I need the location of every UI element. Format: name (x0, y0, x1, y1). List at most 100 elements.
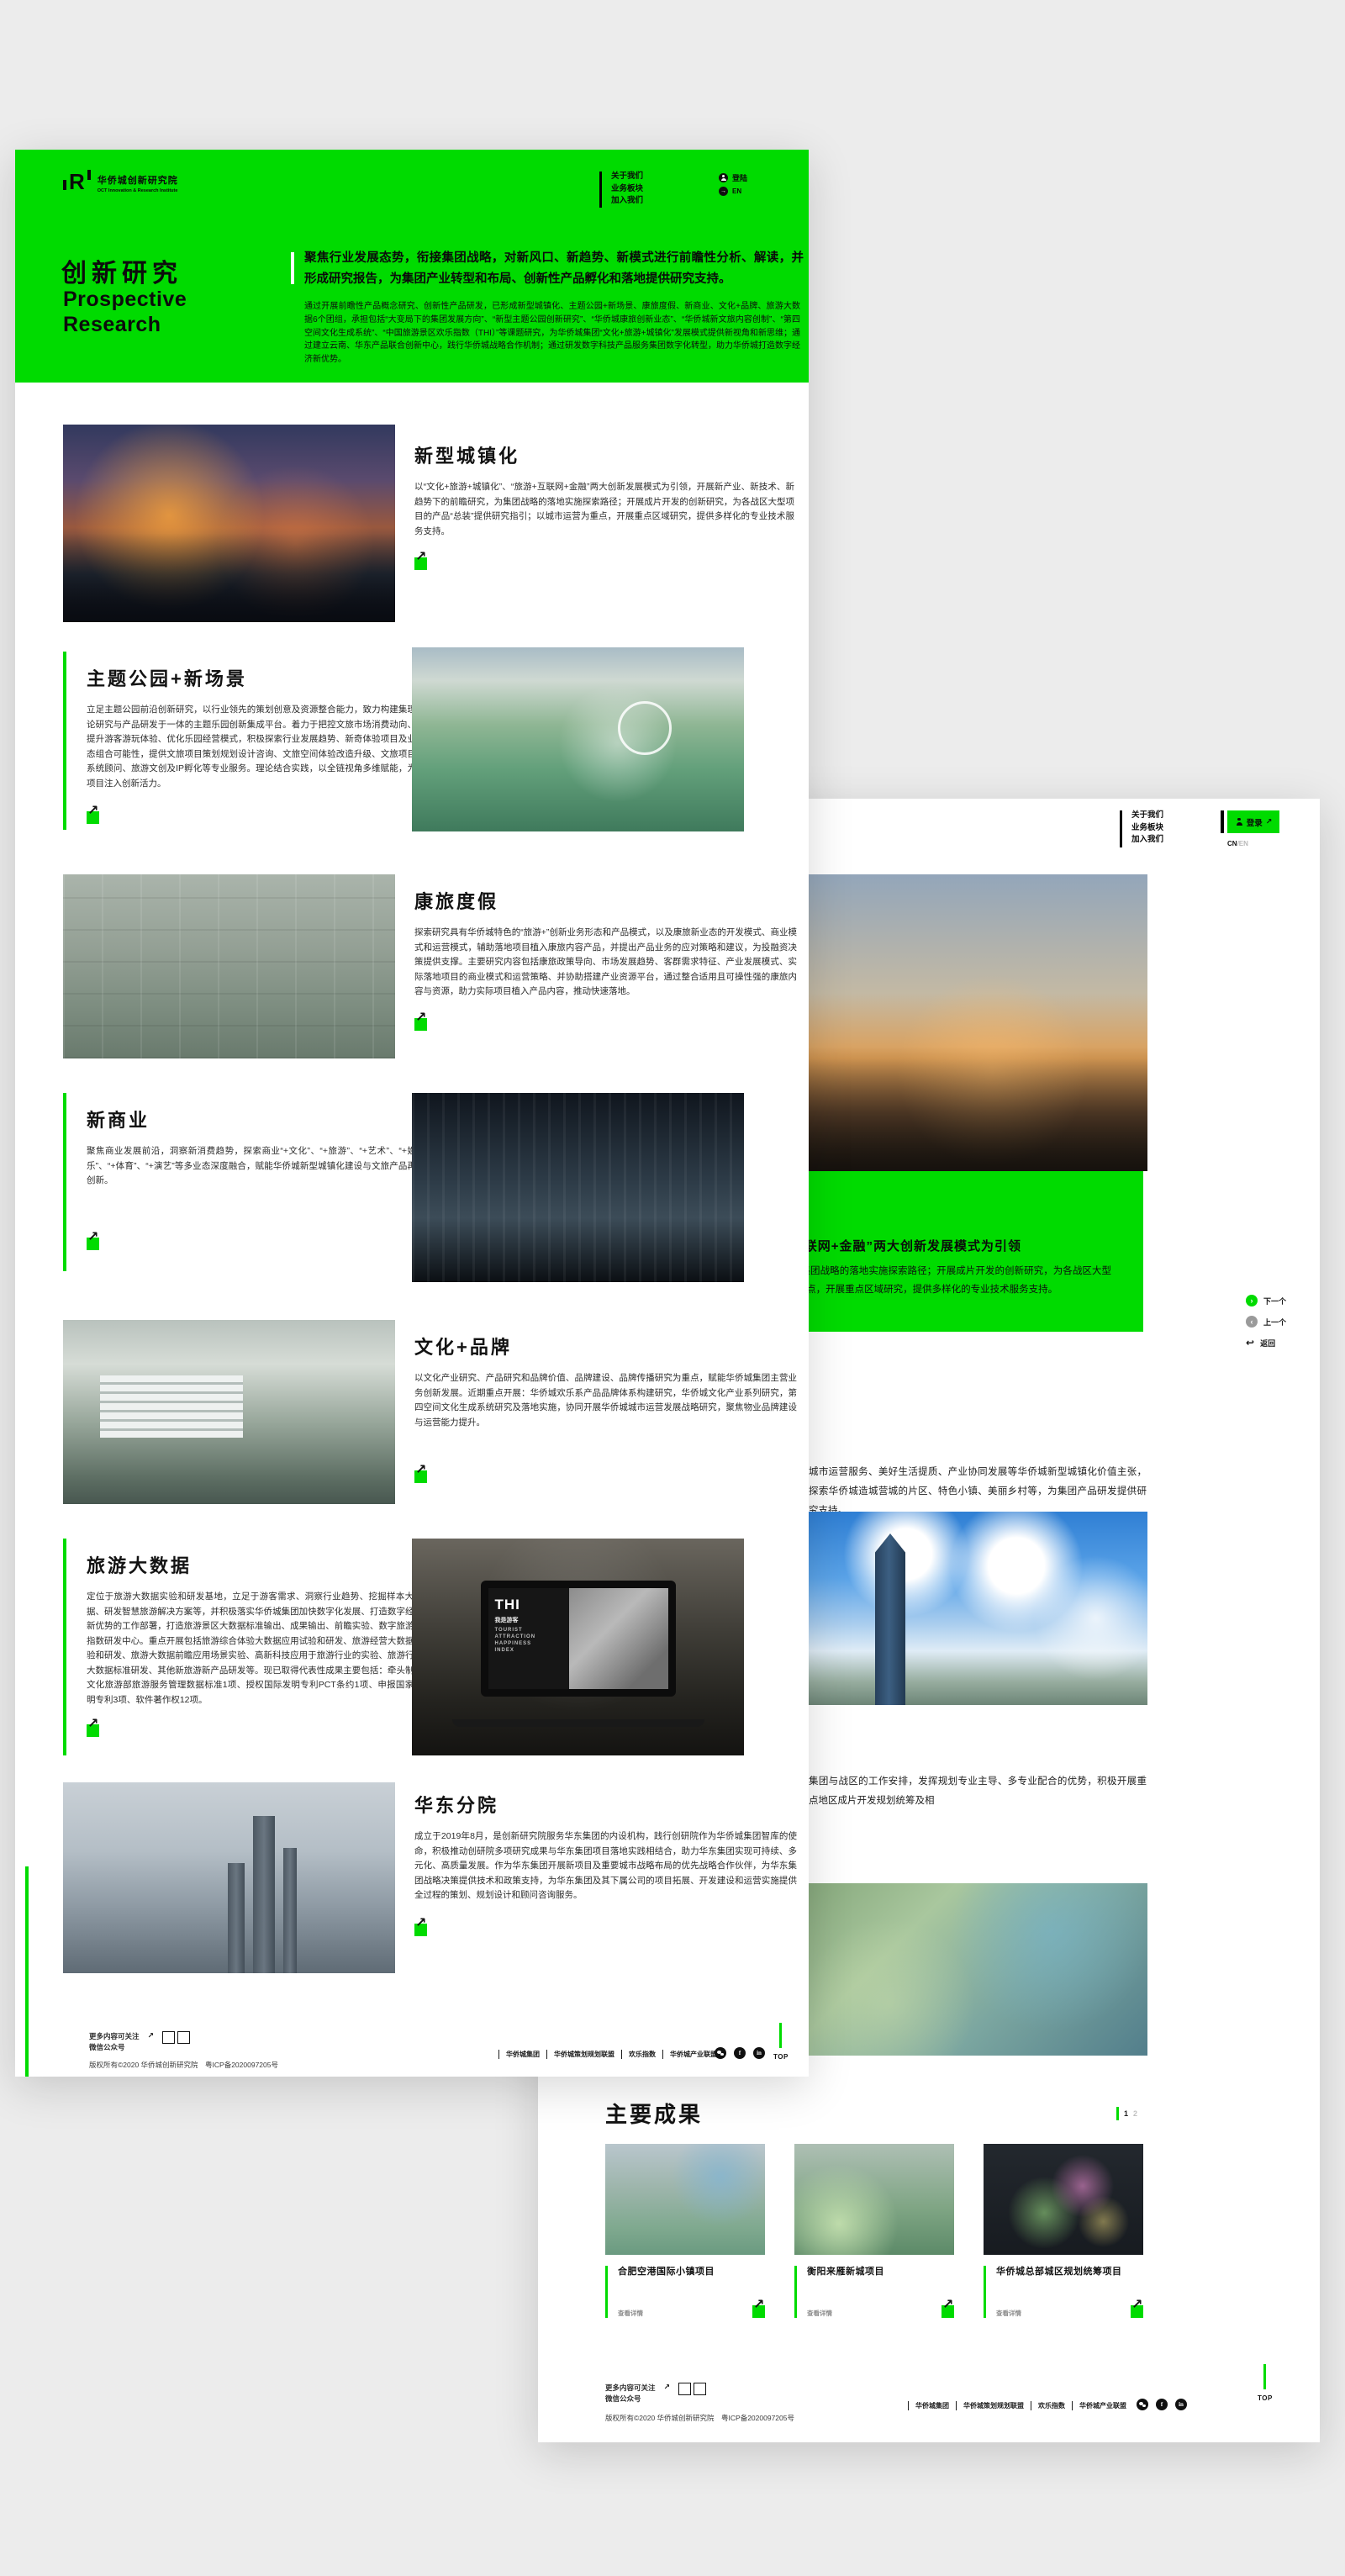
section-body: 成立于2019年8月，是创新研究院服务华东集团的内设机构，践行创研院作为华侨城集… (414, 1829, 797, 1903)
footer-links: 华侨城集团 华侨城策划规划联盟 欢乐指数 华侨城产业联盟 (498, 2050, 724, 2059)
next-button[interactable]: › 下一个 (1246, 1295, 1286, 1306)
project-card[interactable]: 衡阳来雁新城项目 查看详情 ↗ (794, 2144, 954, 2318)
return-icon: ↩ (1246, 1337, 1254, 1349)
next-icon: › (1246, 1295, 1258, 1306)
shanghai-skyline-photo (63, 1782, 395, 1973)
section-body: 聚焦商业发展前沿，洞察新消费趋势，探索商业“+文化”、“+旅游”、“+艺术”、“… (87, 1144, 416, 1189)
section-theme-park-new-scene: 主题公园+新场景 立足主题公园前沿创新研究，以行业领先的策划创意及资源整合能力，… (87, 664, 416, 828)
tower-shape (283, 1848, 297, 1973)
nav-join[interactable]: 加入我们 (611, 195, 643, 208)
footer-link[interactable]: 华侨城策划规划联盟 (546, 2050, 621, 2059)
page-title-en: Prospective Research (63, 287, 187, 337)
back-to-top-button[interactable]: TOP (1258, 2364, 1273, 2402)
linkedin-icon[interactable]: in (753, 2047, 765, 2059)
logo-bar (63, 180, 66, 190)
section-link-arrow[interactable]: ↗ (414, 1470, 427, 1483)
section-culture-brand: 文化+品牌 以文化产业研究、产品研究和品牌价值、品牌建设、品牌传播研究为重点，赋… (414, 1333, 797, 1487)
section-title: 康旅度假 (414, 887, 797, 914)
facebook-icon[interactable]: f (734, 2047, 746, 2059)
section-link-arrow[interactable]: ↗ (87, 1238, 99, 1250)
skyscraper-sky-photo (803, 1512, 1147, 1705)
nav-business[interactable]: 业务板块 (1131, 822, 1163, 835)
qr-code-icon (678, 2383, 691, 2395)
arrow-ne-icon: ↗ (148, 2031, 155, 2040)
prev-button[interactable]: ‹ 上一个 (1246, 1316, 1286, 1328)
qr-code-icon (162, 2031, 175, 2044)
project-photo-hefei[interactable] (605, 2144, 765, 2255)
section-body: 定位于旅游大数据实验和研发基地，立足于游客需求、洞察行业趋势、挖掘样本大数据、研… (87, 1590, 423, 1708)
section-link-arrow[interactable]: ↗ (87, 811, 99, 824)
night-city-aerial-photo (63, 425, 395, 622)
arrow-ne-icon[interactable]: ↗ (942, 2305, 954, 2318)
section-accent-bar (63, 1539, 66, 1755)
nav-divider (599, 172, 602, 208)
wechat-icon[interactable] (1137, 2399, 1148, 2410)
footer-link[interactable]: 华侨城集团 (908, 2401, 956, 2410)
intro-accent-bar (291, 252, 294, 284)
linkedin-icon[interactable]: in (1175, 2399, 1187, 2410)
laptop-keyboard-shape (452, 1719, 704, 1727)
project-card[interactable]: 华侨城总部城区规划统筹项目 查看详情 ↗ (984, 2144, 1143, 2318)
back-button[interactable]: ↩ 返回 (1246, 1337, 1286, 1349)
login-button[interactable]: 登陆 (719, 172, 747, 183)
green-header: R 华侨城创新研究院 OCT Innovation & Research Ins… (15, 150, 809, 383)
footer-link[interactable]: 华侨城集团 (498, 2050, 546, 2059)
carousel-controls: › 下一个 ‹ 上一个 ↩ 返回 (1246, 1295, 1286, 1358)
section-body: 以文化产业研究、产品研究和品牌价值、品牌建设、品牌传播研究为重点，赋能华侨城集团… (414, 1371, 797, 1430)
back-to-top-button[interactable]: TOP (773, 2023, 789, 2061)
logo-bar (87, 170, 91, 180)
footer-link[interactable]: 华侨城产业联盟 (1072, 2401, 1133, 2410)
section-tourism-big-data: 旅游大数据 定位于旅游大数据实验和研发基地，立足于游客需求、洞察行业趋势、挖掘样… (87, 1551, 423, 1741)
project-card[interactable]: 合肥空港国际小镇项目 查看详情 ↗ (605, 2144, 765, 2318)
person-icon (719, 173, 728, 182)
page-edge-accent (25, 1866, 29, 2077)
section-link-arrow[interactable]: ↗ (414, 557, 427, 570)
view-details-link[interactable]: 查看详情 (996, 2309, 1021, 2318)
detail-paragraph-2: 集团与战区的工作安排，发挥规划专业主导、多专业配合的优势，积极开展重点地区成片开… (809, 1772, 1147, 1811)
nav-business[interactable]: 业务板块 (611, 183, 643, 196)
facebook-icon[interactable]: f (1156, 2399, 1168, 2410)
section-new-urbanization: 新型城镇化 以“文化+旅游+城镇化”、“旅游+互联网+金融”两大创新发展模式为引… (414, 441, 794, 574)
nav-about[interactable]: 关于我们 (611, 171, 643, 183)
section-link-arrow[interactable]: ↗ (414, 1018, 427, 1031)
arrow-ne-icon[interactable]: ↗ (1131, 2305, 1143, 2318)
qr-code-icon (694, 2383, 706, 2395)
section-title: 华东分院 (414, 1791, 797, 1818)
project-title: 华侨城总部城区规划统筹项目 (996, 2266, 1143, 2278)
view-details-link[interactable]: 查看详情 (618, 2309, 643, 2318)
project-photo-hengyang[interactable] (794, 2144, 954, 2255)
back-nav: 关于我们 业务板块 加入我们 (1131, 810, 1163, 847)
section-accent-bar (63, 652, 66, 830)
footer-link[interactable]: 华侨城策划规划联盟 (956, 2401, 1031, 2410)
project-photo-oct-hq[interactable] (984, 2144, 1143, 2255)
footer-link[interactable]: 欢乐指数 (1031, 2401, 1072, 2410)
achievements-pager[interactable]: 1 2 (1116, 2107, 1137, 2120)
campus-buildings-photo (63, 1320, 395, 1504)
footer-link[interactable]: 欢乐指数 (621, 2050, 662, 2059)
section-east-china-branch: 华东分院 成立于2019年8月，是创新研究院服务华东集团的内设机构，践行创研院作… (414, 1791, 797, 1940)
nav-join[interactable]: 加入我们 (1131, 834, 1163, 847)
section-title: 文化+品牌 (414, 1333, 797, 1359)
language-switch[interactable]: CN/EN (1227, 840, 1248, 847)
top-bar (1263, 2364, 1266, 2389)
nav-about[interactable]: 关于我们 (1131, 810, 1163, 822)
section-body: 探索研究具有华侨城特色的“旅游+”创新业务形态和产品模式，以及康旅新业态的开发模… (414, 926, 797, 1000)
site-logo[interactable]: R 华侨城创新研究院 OCT Innovation & Research Ins… (63, 171, 178, 193)
section-link-arrow[interactable]: ↗ (414, 1924, 427, 1936)
arrow-ne-icon: ↗ (1266, 817, 1273, 826)
section-wellness-tourism: 康旅度假 探索研究具有华侨城特色的“旅游+”创新业务形态和产品模式，以及康旅新业… (414, 887, 797, 1035)
language-switch[interactable]: → EN (719, 187, 741, 196)
wechat-icon[interactable] (715, 2047, 726, 2059)
innovation-research-page: R 华侨城创新研究院 OCT Innovation & Research Ins… (15, 150, 809, 2077)
section-link-arrow[interactable]: ↗ (87, 1724, 99, 1737)
view-details-link[interactable]: 查看详情 (807, 2309, 832, 2318)
tower-shape (875, 1533, 905, 1705)
qr-code-icon (177, 2031, 190, 2044)
login-button[interactable]: 登录 ↗ (1227, 810, 1279, 833)
screen-image-area (569, 1588, 668, 1689)
achievements-title: 主要成果 (605, 2098, 703, 2129)
footer-links: 华侨城集团 华侨城策划规划联盟 欢乐指数 华侨城产业联盟 (908, 2401, 1133, 2410)
footer-follow: 更多内容可关注 微信公众号 ↗ (89, 2031, 190, 2053)
section-title: 新商业 (87, 1106, 416, 1132)
arrow-ne-icon[interactable]: ↗ (752, 2305, 765, 2318)
